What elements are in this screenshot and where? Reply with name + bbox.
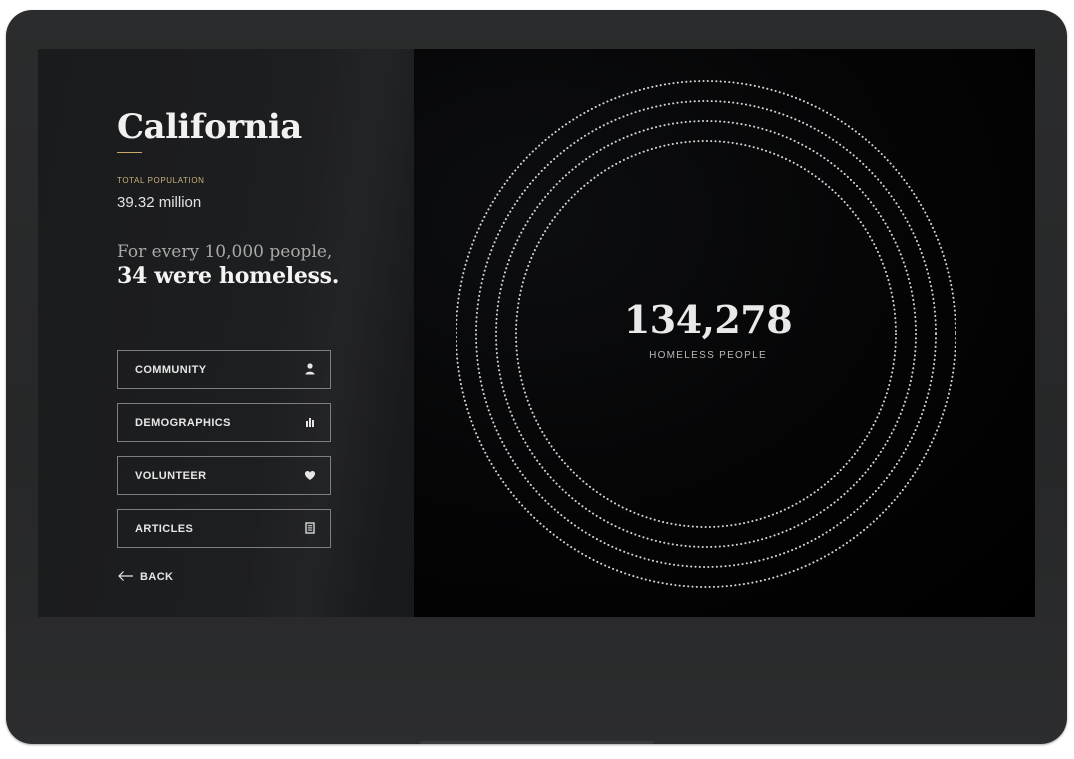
info-panel: California TOTAL POPULATION 39.32 millio… (38, 49, 457, 617)
homeless-count: 134,278 (623, 297, 793, 342)
population-value: 39.32 million (117, 194, 202, 211)
population-label: TOTAL POPULATION (117, 176, 205, 185)
state-title: California (117, 107, 302, 147)
bar-chart-icon (306, 418, 314, 427)
arrow-left-icon (118, 571, 133, 581)
device-stand (420, 741, 654, 744)
homeless-count-label: HOMELESS PEOPLE (649, 350, 767, 361)
community-button[interactable]: COMMUNITY (117, 350, 331, 389)
demographics-button[interactable]: DEMOGRAPHICS (117, 403, 331, 442)
rate-statement: 34 were homeless. (117, 263, 340, 289)
title-divider (117, 152, 142, 153)
heart-icon (304, 471, 316, 480)
volunteer-button[interactable]: VOLUNTEER (117, 456, 331, 495)
community-label: COMMUNITY (135, 364, 207, 376)
section-menu: COMMUNITY DEMOGRAPHICS VOLUNTEER ARTICLE… (117, 350, 331, 562)
back-label: BACK (140, 571, 174, 583)
document-icon (305, 522, 315, 534)
screen: California TOTAL POPULATION 39.32 millio… (38, 49, 1035, 617)
articles-button[interactable]: ARTICLES (117, 509, 331, 548)
demographics-label: DEMOGRAPHICS (135, 417, 231, 429)
volunteer-label: VOLUNTEER (135, 470, 207, 482)
rate-intro: For every 10,000 people, (117, 242, 333, 262)
articles-label: ARTICLES (135, 523, 194, 535)
person-icon (305, 363, 315, 375)
